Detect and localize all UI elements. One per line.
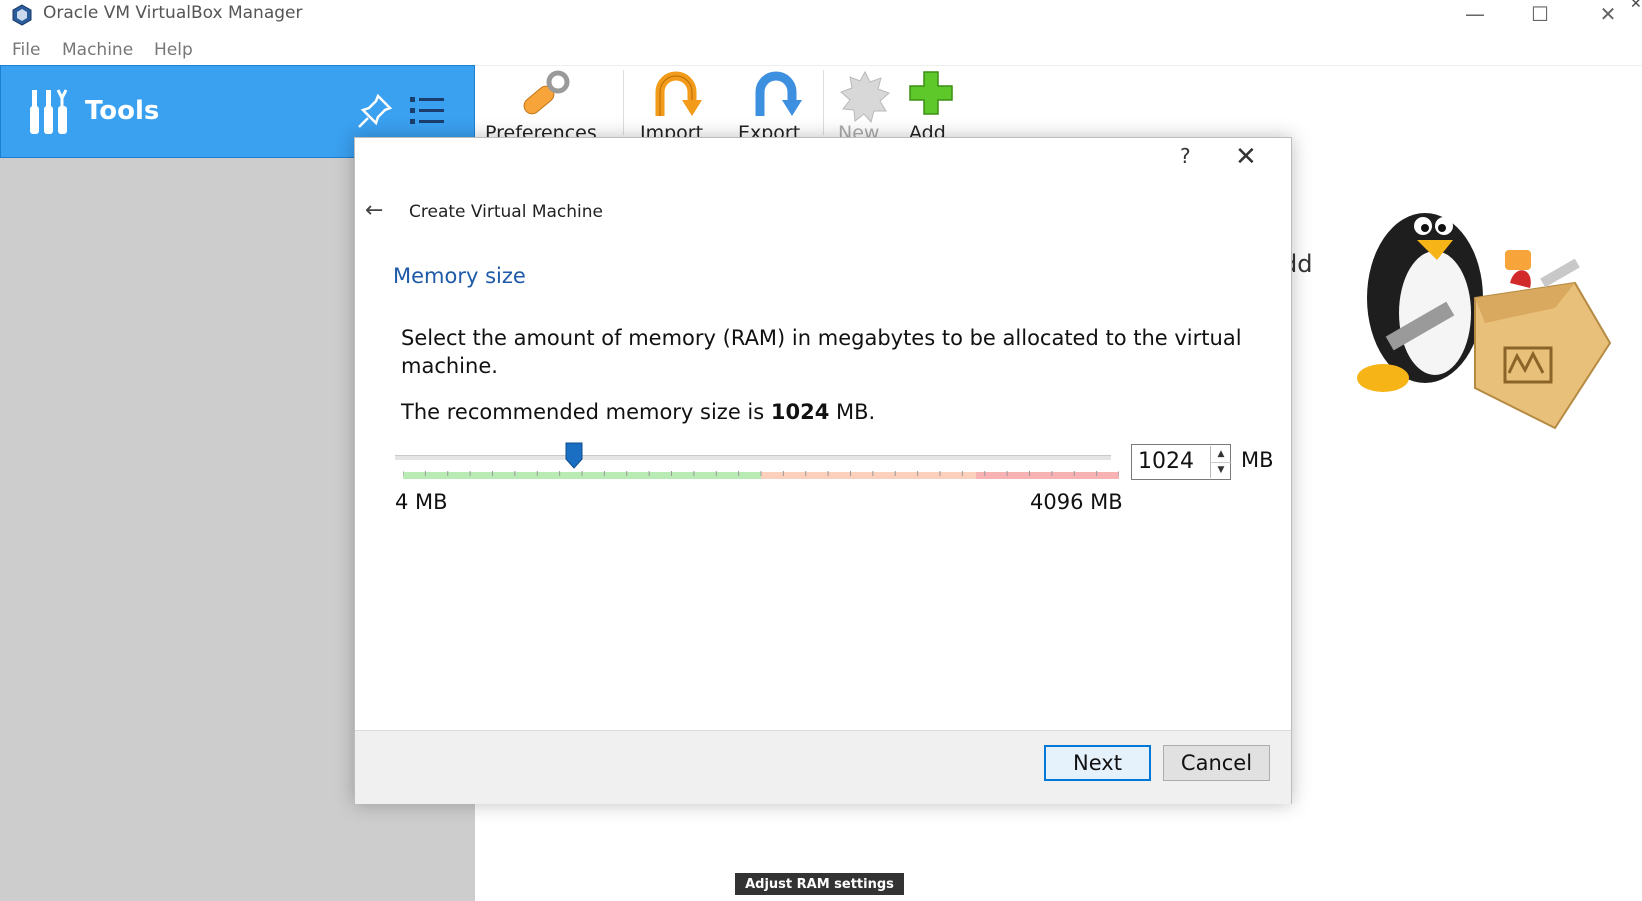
dialog-close-button[interactable]: ✕ bbox=[1235, 142, 1257, 172]
minimize-button[interactable]: — bbox=[1445, 0, 1505, 28]
window-title: Oracle VM VirtualBox Manager bbox=[43, 3, 303, 23]
memory-description: Select the amount of memory (RAM) in meg… bbox=[401, 326, 1242, 378]
memory-scale bbox=[403, 471, 1119, 479]
recommended-memory-text: The recommended memory size is 1024 MB. bbox=[401, 400, 875, 424]
list-menu-icon[interactable] bbox=[408, 92, 446, 130]
memory-size-value[interactable]: 1024 bbox=[1138, 449, 1194, 474]
new-gear-icon bbox=[840, 70, 890, 124]
toolbar-separator bbox=[623, 70, 624, 135]
menu-machine[interactable]: Machine bbox=[62, 40, 133, 60]
slider-min-label: 4 MB bbox=[395, 490, 448, 514]
title-bar: Oracle VM VirtualBox Manager — ☐ ✕ ✕ bbox=[0, 0, 1642, 30]
memory-slider-track[interactable] bbox=[395, 455, 1111, 460]
memory-size-input[interactable]: 1024 ▲ ▼ bbox=[1131, 444, 1231, 480]
close-window-button[interactable]: ✕ bbox=[1578, 0, 1638, 28]
export-arrow-icon bbox=[755, 71, 802, 116]
tux-toolbox-illustration bbox=[1357, 213, 1612, 430]
pin-icon[interactable] bbox=[356, 92, 394, 130]
toolbar-separator bbox=[823, 70, 824, 135]
tools-icon bbox=[30, 89, 68, 134]
back-button[interactable]: ← bbox=[365, 198, 383, 223]
memory-slider-handle[interactable] bbox=[565, 441, 583, 469]
caption-label: Adjust RAM settings bbox=[735, 873, 904, 895]
menu-bar: File Machine Help bbox=[0, 35, 1642, 66]
add-plus-icon bbox=[909, 71, 953, 115]
create-vm-dialog: ? ✕ ← Create Virtual Machine Memory size… bbox=[354, 137, 1292, 804]
recommend-prefix: The recommended memory size is bbox=[401, 400, 771, 424]
recommend-value: 1024 bbox=[770, 400, 830, 424]
help-button[interactable]: ? bbox=[1180, 144, 1191, 168]
tools-label: Tools bbox=[85, 96, 160, 126]
dialog-footer: Next Cancel bbox=[355, 730, 1291, 804]
slider-max-label: 4096 MB bbox=[1030, 490, 1123, 514]
menu-file[interactable]: File bbox=[12, 40, 40, 60]
section-title: Memory size bbox=[393, 264, 526, 288]
memory-unit-label: MB bbox=[1241, 448, 1274, 472]
dialog-title: Create Virtual Machine bbox=[409, 202, 604, 222]
next-button[interactable]: Next bbox=[1044, 745, 1151, 781]
menu-help[interactable]: Help bbox=[154, 40, 193, 60]
maximize-button[interactable]: ☐ bbox=[1510, 0, 1570, 28]
decrease-memory-button[interactable]: ▼ bbox=[1210, 462, 1231, 478]
corner-close-icon[interactable]: ✕ bbox=[1630, 0, 1642, 12]
virtualbox-logo-icon bbox=[12, 4, 32, 26]
import-arrow-icon bbox=[655, 71, 702, 116]
increase-memory-button[interactable]: ▲ bbox=[1210, 446, 1231, 463]
wrench-icon bbox=[523, 70, 570, 115]
recommend-suffix: MB. bbox=[829, 400, 876, 424]
cancel-button[interactable]: Cancel bbox=[1163, 745, 1270, 781]
